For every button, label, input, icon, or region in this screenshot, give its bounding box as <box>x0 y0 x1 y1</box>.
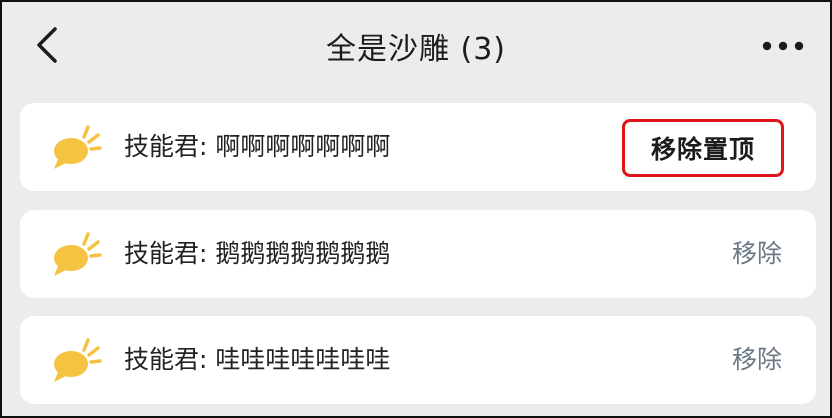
remove-button[interactable]: 移除 <box>732 316 782 404</box>
more-dots-icon <box>762 41 804 51</box>
remove-button[interactable]: 移除 <box>732 210 782 298</box>
chat-bubble-icon <box>54 232 102 276</box>
chat-bubble-icon <box>54 338 102 382</box>
pinned-message-card[interactable]: 技能君: 哇哇哇哇哇哇哇 移除 <box>20 316 816 404</box>
pinned-message-card[interactable]: 技能君: 鹅鹅鹅鹅鹅鹅鹅 移除 <box>20 210 816 298</box>
pinned-message-card[interactable]: 技能君: 啊啊啊啊啊啊啊 移除置顶 <box>20 103 816 191</box>
page-title: 全是沙雕 (3) <box>325 32 507 67</box>
message-preview: 技能君: 啊啊啊啊啊啊啊 <box>124 132 391 161</box>
header-bar: 全是沙雕 (3) <box>2 2 830 90</box>
screenshot-frame: 全是沙雕 (3) 技能君: 啊啊啊啊啊啊啊 移除置顶 技能君: 鹅鹅鹅鹅鹅鹅鹅 … <box>0 0 832 418</box>
remove-pin-label: 移除置顶 <box>650 135 755 164</box>
remove-pin-button[interactable]: 移除置顶 <box>622 119 784 177</box>
message-preview: 技能君: 鹅鹅鹅鹅鹅鹅鹅 <box>124 239 391 268</box>
chat-bubble-icon <box>54 125 102 169</box>
more-options-button[interactable] <box>758 26 808 66</box>
message-preview: 技能君: 哇哇哇哇哇哇哇 <box>124 345 391 374</box>
